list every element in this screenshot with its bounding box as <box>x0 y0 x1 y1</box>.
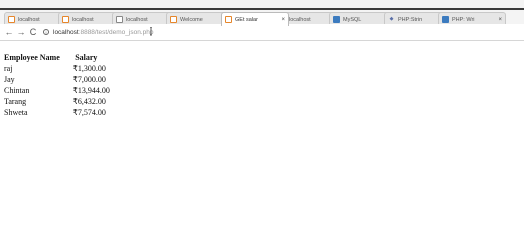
employee-name-cell: Chintan <box>4 86 30 95</box>
tab-label: GEt salar <box>235 16 258 23</box>
salary-cell: ₹1,300.00 <box>72 64 106 73</box>
forward-arrow-icon[interactable]: → <box>15 24 27 40</box>
tab-label: localhost <box>18 16 40 23</box>
salary-cell: ₹6,432.00 <box>72 97 106 106</box>
salary-cell: ₹13,944.00 <box>72 86 110 95</box>
tab-get-salary-active[interactable]: GEt salar × <box>221 12 289 26</box>
tab-label: PHP: Wri <box>452 16 475 23</box>
column-header-employee-name: Employee Name <box>4 53 60 62</box>
php-manual-icon <box>442 16 449 23</box>
tab-label: Welcome <box>180 16 203 23</box>
address-bar[interactable]: i localhost:8888/test/demo_json.php <box>43 26 153 38</box>
url-path: :8888/test/demo_json.php <box>78 28 154 36</box>
xampp-orange-icon <box>225 16 232 23</box>
column-header-salary: Salary <box>75 53 98 62</box>
employee-name-cell: raj <box>4 64 13 73</box>
browser-chrome: localhost × localhost × localhost × Welc… <box>0 8 524 41</box>
employee-name-cell: Shweta <box>4 108 28 117</box>
reload-icon[interactable]: C <box>27 24 39 40</box>
tab-close-icon[interactable]: × <box>498 17 502 23</box>
salary-cell: ₹7,574.00 <box>72 108 106 117</box>
tab-close-icon[interactable]: × <box>281 17 285 23</box>
table-row: Jay ₹7,000.00 <box>4 74 113 85</box>
page-content: Employee Name Salary raj ₹1,300.00 Jay ₹… <box>0 41 524 252</box>
page-icon <box>116 16 123 23</box>
xampp-orange-icon <box>8 16 15 23</box>
employee-name-cell: Tarang <box>4 97 27 106</box>
url-host: localhost <box>53 28 79 36</box>
xampp-orange-icon <box>62 16 69 23</box>
table-row: raj ₹1,300.00 <box>4 63 113 74</box>
employee-name-cell: Jay <box>4 75 15 84</box>
salary-cell: ₹7,000.00 <box>72 75 106 84</box>
table-header-row: Employee Name Salary <box>4 52 113 63</box>
browser-toolbar: ← → C i localhost:8888/test/demo_json.ph… <box>0 24 524 41</box>
table-row: Chintan ₹13,944.00 <box>4 85 113 96</box>
tab-label: localhost <box>289 16 311 23</box>
back-arrow-icon[interactable]: ← <box>3 24 15 40</box>
mouse-cursor-icon <box>150 27 152 36</box>
tab-label: localhost <box>72 16 94 23</box>
xampp-orange-icon <box>170 16 177 23</box>
tab-label: PHP:Strin <box>398 16 423 23</box>
tab-label: MySQL <box>343 16 362 23</box>
mysql-icon <box>333 16 340 23</box>
table-row: Shweta ₹7,574.00 <box>4 107 113 118</box>
window-top-strip <box>0 0 524 8</box>
info-icon[interactable]: i <box>43 29 49 35</box>
php-icon: ◆ <box>389 16 394 22</box>
table-row: Tarang ₹6,432.00 <box>4 96 113 107</box>
salary-table: Employee Name Salary raj ₹1,300.00 Jay ₹… <box>4 52 113 118</box>
tab-label: localhost <box>126 16 148 23</box>
